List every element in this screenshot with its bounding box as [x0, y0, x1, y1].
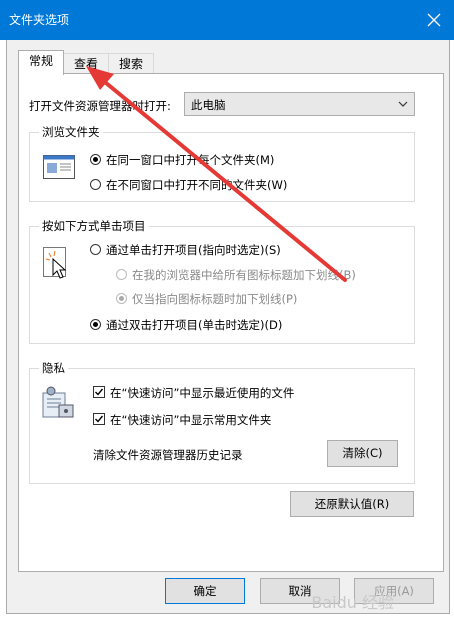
recent-files-checkbox[interactable]	[93, 386, 105, 398]
click-items-title: 按如下方式单击项目	[39, 218, 149, 234]
privacy-title: 隐私	[39, 360, 68, 376]
open-explorer-value: 此电脑	[191, 98, 226, 112]
ok-button-label: 确定	[193, 584, 217, 598]
window-title: 文件夹选项	[9, 13, 70, 27]
cursor-click-icon	[43, 247, 71, 284]
recent-files-label: 在“快速访问”中显示最近使用的文件	[110, 386, 295, 400]
watermark: Baidu 经验	[311, 593, 394, 612]
cancel-button-label: 取消	[288, 584, 312, 598]
privacy-icon	[41, 385, 75, 422]
privacy-group: 隐私 在“快速访问”中显示最近使用的文件 在“快速访问”中显示常用文件夹 清除文…	[29, 360, 415, 484]
close-icon	[427, 13, 441, 27]
folder-window-icon	[43, 155, 75, 182]
double-click-label: 通过双击打开项目(单击时选定)(D)	[106, 318, 283, 332]
restore-defaults-button[interactable]: 还原默认值(R)	[290, 491, 414, 517]
chevron-down-icon	[398, 101, 408, 107]
double-click-radio[interactable]	[90, 319, 101, 330]
click-items-group: 按如下方式单击项目 通过单击打开项目(指向时选定)(S) 在我的浏览器中给所有图…	[29, 218, 415, 344]
browse-folders-title: 浏览文件夹	[39, 124, 103, 140]
new-window-label: 在不同窗口中打开不同的文件夹(W)	[106, 178, 288, 192]
underline-browser-radio[interactable]	[116, 269, 127, 280]
title-bar: 文件夹选项	[0, 0, 454, 40]
single-click-radio[interactable]	[90, 244, 101, 255]
ok-button[interactable]: 确定	[165, 578, 245, 604]
restore-defaults-label: 还原默认值(R)	[314, 497, 390, 511]
clear-button[interactable]: 清除(C)	[327, 440, 398, 467]
new-window-radio[interactable]	[90, 179, 101, 190]
underline-point-label: 仅当指向图标标题时加下划线(P)	[132, 292, 298, 306]
open-explorer-select[interactable]: 此电脑	[184, 92, 415, 116]
close-button[interactable]	[420, 6, 448, 34]
underline-point-radio[interactable]	[116, 293, 127, 304]
single-click-label: 通过单击打开项目(指向时选定)(S)	[106, 243, 281, 257]
clear-history-label: 清除文件资源管理器历史记录	[93, 448, 243, 462]
tab-view-label: 查看	[73, 57, 98, 71]
same-window-radio[interactable]	[90, 154, 101, 165]
frequent-folders-checkbox[interactable]	[93, 413, 105, 425]
checkmark-icon	[95, 415, 104, 423]
same-window-label: 在同一窗口中打开每个文件夹(M)	[106, 153, 275, 167]
tab-general[interactable]: 常规	[18, 50, 64, 75]
tab-search[interactable]: 搜索	[108, 53, 154, 75]
tab-panel-general: 打开文件资源管理器时打开: 此电脑 浏览文件夹 在同一窗口中打开每个文件夹(M)…	[18, 73, 444, 572]
browse-folders-group: 浏览文件夹 在同一窗口中打开每个文件夹(M) 在不同窗口中打开不同的文件夹(W)	[29, 124, 415, 202]
dialog-body: 常规 查看 搜索 打开文件资源管理器时打开: 此电脑 浏览文件夹 在同一窗口中打…	[6, 40, 450, 614]
open-explorer-label: 打开文件资源管理器时打开:	[29, 99, 171, 113]
clear-button-label: 清除(C)	[342, 446, 383, 460]
underline-browser-label: 在我的浏览器中给所有图标标题加下划线(B)	[132, 268, 356, 282]
tab-view[interactable]: 查看	[63, 53, 109, 75]
tab-general-label: 常规	[28, 54, 53, 68]
checkmark-icon	[95, 388, 104, 396]
frequent-folders-label: 在“快速访问”中显示常用文件夹	[110, 413, 272, 427]
tab-search-label: 搜索	[118, 57, 143, 71]
